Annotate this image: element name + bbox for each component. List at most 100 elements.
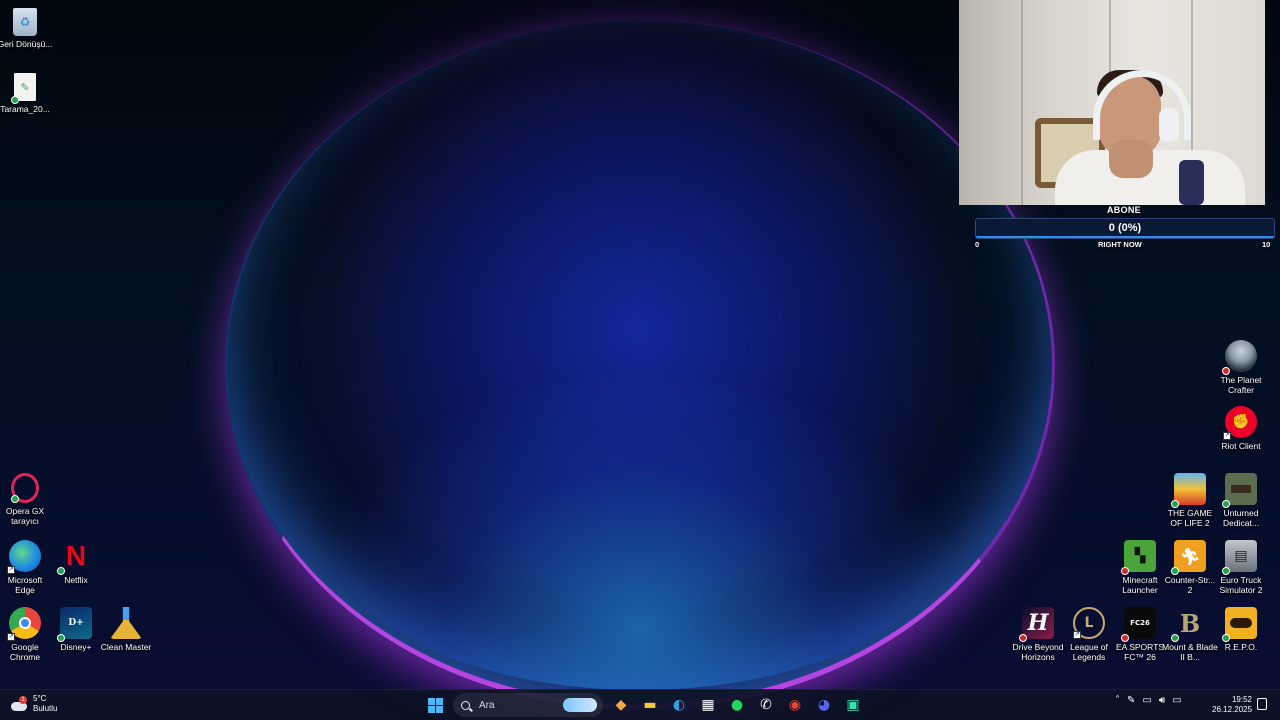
volume-icon[interactable]: 🔊︎ (1159, 695, 1165, 706)
desktop-icon-scan-file[interactable]: ✎ Tarama_20... (0, 73, 51, 114)
weather-temperature: 5°C (33, 694, 47, 703)
clock[interactable]: 19:52 26.12.2025 (1212, 695, 1252, 715)
drive-beyond-icon: H (1019, 607, 1054, 642)
desktop-icon-riot-client[interactable]: ✊ ↗ Riot Client (1215, 406, 1267, 451)
sync-ok-badge-icon (1171, 567, 1179, 575)
weather-widget[interactable]: 1 5°C Bulutlu (10, 694, 57, 714)
desktop-icon-label: Unturned Dedicat... (1223, 508, 1259, 528)
desktop-icon-label: Netflix (64, 575, 88, 585)
weather-description: Bulutlu (33, 704, 58, 713)
desktop-icon-minecraft[interactable]: ▚ Minecraft Launcher (1114, 540, 1166, 595)
desktop-icon-edge[interactable]: ↗ Microsoft Edge (0, 540, 51, 595)
taskbar-app-store[interactable]: ▦ (697, 694, 719, 716)
sync-ok-badge-icon (1222, 500, 1230, 508)
disney-plus-icon: D+ (57, 607, 92, 642)
wallpaper-orb-glow (330, 380, 950, 690)
search-placeholder: Ara (479, 699, 495, 711)
webcam-overlay (959, 0, 1265, 205)
taskbar-app-chrome[interactable]: ◉ (784, 694, 806, 716)
sync-error-badge-icon (1121, 567, 1129, 575)
desktop-icon-league[interactable]: L ↗ League of Legends (1063, 607, 1115, 662)
league-icon: L ↗ (1073, 607, 1105, 639)
whatsapp-icon: ✆ (760, 697, 772, 713)
windows-logo-icon (427, 697, 443, 713)
taskbar-app-terminal[interactable]: ▣ (842, 694, 864, 716)
edge-icon: ↗ (7, 540, 41, 574)
taskbar-search[interactable]: Ara (453, 693, 603, 717)
astronaut-icon (1222, 340, 1257, 375)
repo-robot-icon (1222, 607, 1257, 642)
desktop-icon-unturned[interactable]: Unturned Dedicat... (1215, 473, 1267, 528)
desktop-icon-label: Microsoft Edge (7, 575, 43, 595)
subscriber-goal-min: 0 (975, 240, 980, 249)
desktop-icon-label: Google Chrome (9, 642, 41, 662)
taskbar-app-whatsapp[interactable]: ✆ (755, 694, 777, 716)
sync-ok-badge-icon (1171, 634, 1179, 642)
sync-error-badge-icon (1121, 634, 1129, 642)
desktop-icon-label: Minecraft Launcher (1122, 575, 1158, 595)
shortcut-arrow-icon: ↗ (7, 633, 15, 641)
desktop-icon-drive-beyond[interactable]: H Drive Beyond Horizons (1012, 607, 1064, 662)
shortcut-arrow-icon: ↗ (1073, 631, 1081, 639)
desktop-icon-mount-blade[interactable]: B Mount & Blade II B... (1162, 607, 1218, 663)
desktop-icon-label: EA SPORTS FC™ 26 (1115, 642, 1165, 662)
chevron-up-icon[interactable]: ˄ (1115, 695, 1120, 706)
desktop-icon-label: THE GAME OF LIFE 2 (1167, 508, 1213, 528)
creeper-icon: ▚ (1121, 540, 1156, 575)
broom-icon (110, 607, 142, 639)
shortcut-arrow-icon: ↗ (7, 566, 15, 574)
desktop-icon-netflix[interactable]: N Netflix (50, 540, 102, 585)
edge-icon: ◐ (672, 697, 686, 713)
desktop-icon-chrome[interactable]: ↗ Google Chrome (0, 607, 51, 662)
taskbar-app-spotify[interactable]: ● (726, 694, 748, 716)
notification-bell-icon[interactable] (1257, 698, 1267, 710)
desktop-icon-planet-crafter[interactable]: The Planet Crafter (1215, 340, 1267, 395)
terminal-app-icon: ▣ (846, 697, 860, 713)
chrome-icon: ↗ (7, 607, 41, 641)
desktop-icon-counter-strike[interactable]: 🏃︎ Counter-Str... 2 (1164, 540, 1216, 595)
subscriber-goal-value: 0 (0%) (1108, 222, 1142, 234)
weather-alert-badge: 1 (19, 696, 27, 704)
desktop-icon-repo[interactable]: R.E.P.O. (1215, 607, 1267, 652)
taskbar-app-explorer[interactable]: ▬ (639, 694, 661, 716)
desktop-icon-label: Euro Truck Simulator 2 (1219, 575, 1263, 595)
search-highlight-icon (563, 698, 597, 712)
sync-ok-badge-icon (57, 567, 65, 575)
sync-ok-badge-icon (1171, 500, 1179, 508)
desktop-icon-label: The Planet Crafter (1220, 375, 1262, 395)
desktop-icon-opera-gx[interactable]: Opera GX tarayıcı (0, 473, 51, 526)
desktop-icon-euro-truck[interactable]: ▤ Euro Truck Simulator 2 (1215, 540, 1267, 595)
document-icon: ✎ (11, 73, 36, 104)
subscriber-goal-title: ABONE (1106, 205, 1141, 215)
netflix-icon: N (57, 540, 92, 575)
desktop-icon-label: Disney+ (60, 642, 92, 652)
taskbar-app-edge[interactable]: ◐ (668, 694, 690, 716)
battery-icon[interactable]: ▭ (1172, 695, 1181, 706)
mount-blade-icon: B (1171, 607, 1206, 642)
network-icon[interactable]: ▭ (1142, 695, 1151, 706)
pen-icon[interactable]: ✎ (1127, 695, 1135, 706)
riot-fist-icon: ✊ ↗ (1223, 406, 1257, 440)
desktop-icon-disney-plus[interactable]: D+ Disney+ (50, 607, 102, 652)
desktop-icon-game-of-life[interactable]: THE GAME OF LIFE 2 (1164, 473, 1216, 528)
desktop-icon-label: R.E.P.O. (1224, 642, 1258, 652)
recycle-bin-icon: ♻ (13, 8, 37, 36)
taskbar-app-copilot[interactable]: ◆ (610, 694, 632, 716)
desktop-icon-label: Counter-Str... 2 (1164, 575, 1216, 595)
unturned-icon (1222, 473, 1257, 508)
desktop-icon-label: Riot Client (1221, 441, 1261, 451)
copilot-icon: ◆ (615, 697, 627, 713)
desktop-icon-label: League of Legends (1070, 642, 1108, 662)
desktop-icon-ea-fc[interactable]: FC26 EA SPORTS FC™ 26 (1114, 607, 1166, 662)
wallpaper-orb (225, 20, 1055, 710)
desktop-icon-label: Mount & Blade II B... (1162, 642, 1218, 662)
start-button[interactable] (424, 694, 446, 716)
cloud-icon: 1 (10, 696, 28, 712)
system-tray: ˄ ✎ ▭ 🔊︎ ▭ (1115, 695, 1182, 706)
taskbar: 1 5°C Bulutlu Ara ◆ ▬ ◐ ▦ ● ✆ ◉ ◕ ▣ ˄ ✎ ▭ 🔊︎ ▭ 1… (0, 689, 1280, 720)
taskbar-app-discord[interactable]: ◕ (813, 694, 835, 716)
desktop-icon-clean-master[interactable]: Clean Master (100, 607, 152, 652)
desktop-icon-recycle-bin[interactable]: ♻ Geri Dönüşü... (0, 8, 52, 49)
sync-ok-badge-icon (11, 96, 19, 104)
desktop-icon-label: Clean Master (100, 642, 152, 652)
